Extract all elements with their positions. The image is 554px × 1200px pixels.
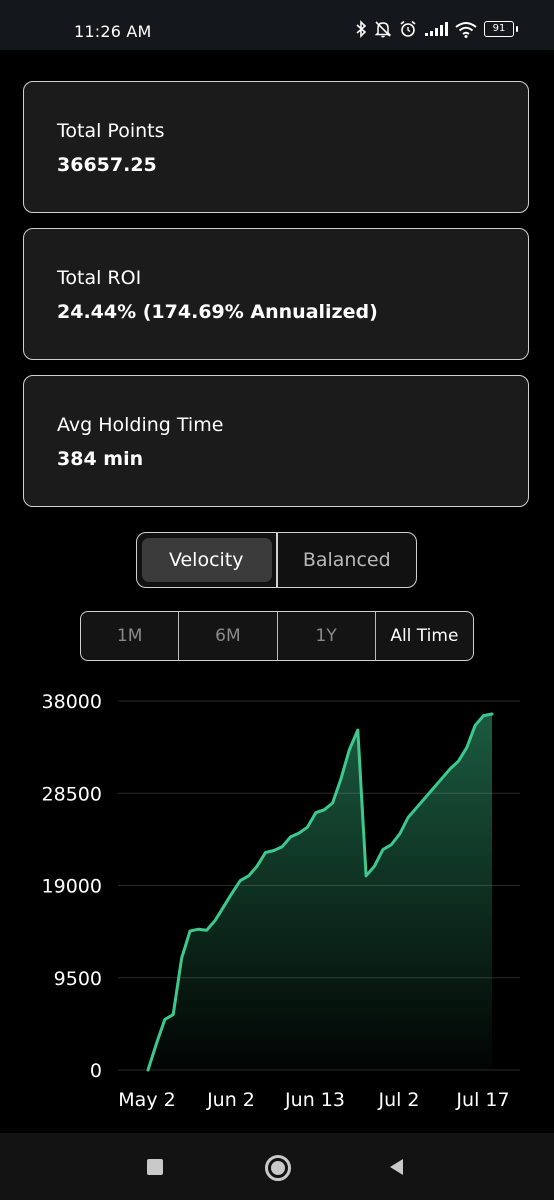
series-area [148,714,492,1070]
mode-toggle: Velocity Balanced [136,532,417,588]
system-nav-bar [0,1133,554,1200]
range-1y-button[interactable]: 1Y [278,612,376,660]
total-points-value: 36657.25 [57,154,157,176]
total-points-label: Total Points [57,120,165,142]
home-icon[interactable] [265,1155,291,1181]
x-tick-label: Jul 17 [455,1089,509,1111]
x-tick-label: Jun 2 [206,1089,255,1111]
x-tick-label: Jun 13 [284,1089,345,1111]
range-selector: 1M 6M 1Y All Time [80,611,474,661]
x-tick-label: Jul 2 [377,1089,419,1111]
y-tick-label: 9500 [54,968,102,990]
signal-icon [424,21,448,37]
status-bar: 11:26 AM 91 [0,0,554,50]
range-6m-button[interactable]: 6M [179,612,278,660]
range-1m-button[interactable]: 1M [81,612,180,660]
points-chart: 38000 28500 19000 9500 0 May 2 Jun 2 Jun 13 Jul… [42,691,520,1111]
avg-holding-card: Avg Holding Time 384 min [23,375,529,507]
status-icons: 91 [355,20,518,38]
mute-icon [374,20,392,38]
y-tick-label: 0 [90,1060,102,1082]
bluetooth-icon [355,20,367,38]
total-roi-card: Total ROI 24.44% (174.69% Annualized) [23,228,529,360]
total-roi-label: Total ROI [57,267,142,289]
velocity-label: Velocity [168,549,244,571]
status-time: 11:26 AM [74,22,152,41]
alarm-icon [399,20,417,38]
back-icon[interactable] [387,1157,405,1181]
battery-icon: 91 [484,21,518,37]
recents-icon[interactable] [147,1159,163,1175]
avg-holding-value: 384 min [57,448,144,470]
x-tick-label: May 2 [118,1089,175,1111]
y-tick-label: 19000 [42,876,102,898]
x-axis: May 2 Jun 2 Jun 13 Jul 2 Jul 17 [118,1089,509,1111]
velocity-toggle-button[interactable]: Velocity [137,533,276,587]
range-all-time-button[interactable]: All Time [376,612,473,660]
total-points-card: Total Points 36657.25 [23,81,529,213]
y-tick-label: 28500 [42,783,102,805]
balanced-toggle-button[interactable]: Balanced [278,533,417,587]
balanced-label: Balanced [302,549,391,571]
y-axis: 38000 28500 19000 9500 0 [42,691,102,1082]
wifi-icon [455,21,477,38]
avg-holding-label: Avg Holding Time [57,414,224,436]
total-roi-value: 24.44% (174.69% Annualized) [57,301,378,323]
y-tick-label: 38000 [42,691,102,713]
